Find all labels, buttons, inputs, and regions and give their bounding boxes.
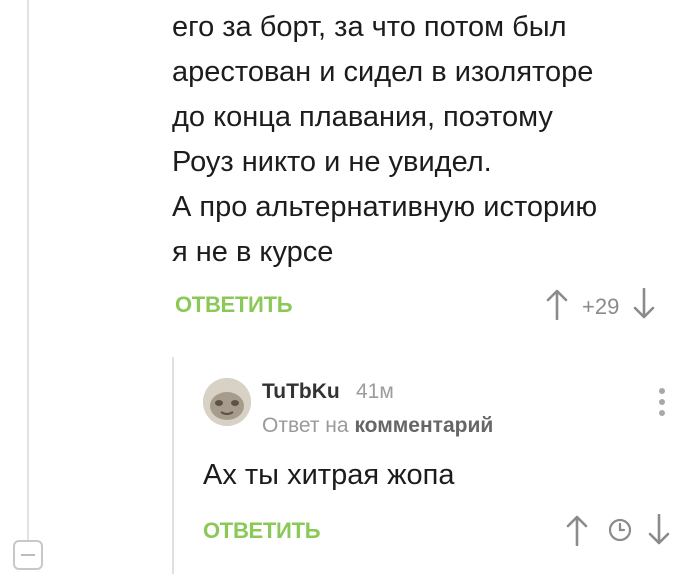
comment-line: А про альтернативную историю: [172, 191, 598, 223]
reply-to-link[interactable]: комментарий: [354, 414, 493, 437]
arrow-up-icon[interactable]: [566, 514, 588, 551]
reply-reply-button[interactable]: ОТВЕТИТЬ: [203, 518, 321, 544]
comment-line: я не в курсе: [172, 236, 334, 268]
avatar[interactable]: [203, 378, 251, 426]
clock-icon: [608, 518, 632, 547]
comment-line: арестован и сидел в изоляторе: [172, 56, 594, 88]
reply-vote-controls: [566, 513, 670, 551]
reply-thread-line: [172, 357, 174, 574]
comment-line: до конца плавания, поэтому: [172, 101, 553, 133]
arrow-up-icon[interactable]: [546, 288, 568, 325]
reply-comment-body: Ах ты хитрая жопа: [203, 459, 455, 491]
comment-line: его за борт, за что потом был: [172, 11, 567, 43]
rating-value: +29: [582, 293, 620, 319]
parent-comment-body: его за борт, за что потом был арестован …: [172, 0, 692, 275]
comment-line: Роуз никто и не увидел.: [172, 146, 492, 178]
parent-reply-button[interactable]: ОТВЕТИТЬ: [175, 292, 293, 318]
reply-to-prefix: Ответ на: [262, 414, 349, 437]
arrow-down-icon[interactable]: [648, 513, 670, 551]
parent-vote-controls: +29: [546, 287, 655, 325]
arrow-down-icon[interactable]: [633, 287, 655, 325]
comment-timestamp: 41м: [356, 380, 394, 403]
more-vertical-icon[interactable]: [654, 388, 670, 422]
comment-author[interactable]: TuTbKu: [262, 380, 340, 404]
reply-to-info: Ответ на комментарий: [262, 414, 493, 438]
collapse-icon[interactable]: [13, 540, 43, 570]
parent-comment: его за борт, за что потом был арестован …: [172, 0, 692, 275]
thread-line-outer: [27, 0, 29, 540]
